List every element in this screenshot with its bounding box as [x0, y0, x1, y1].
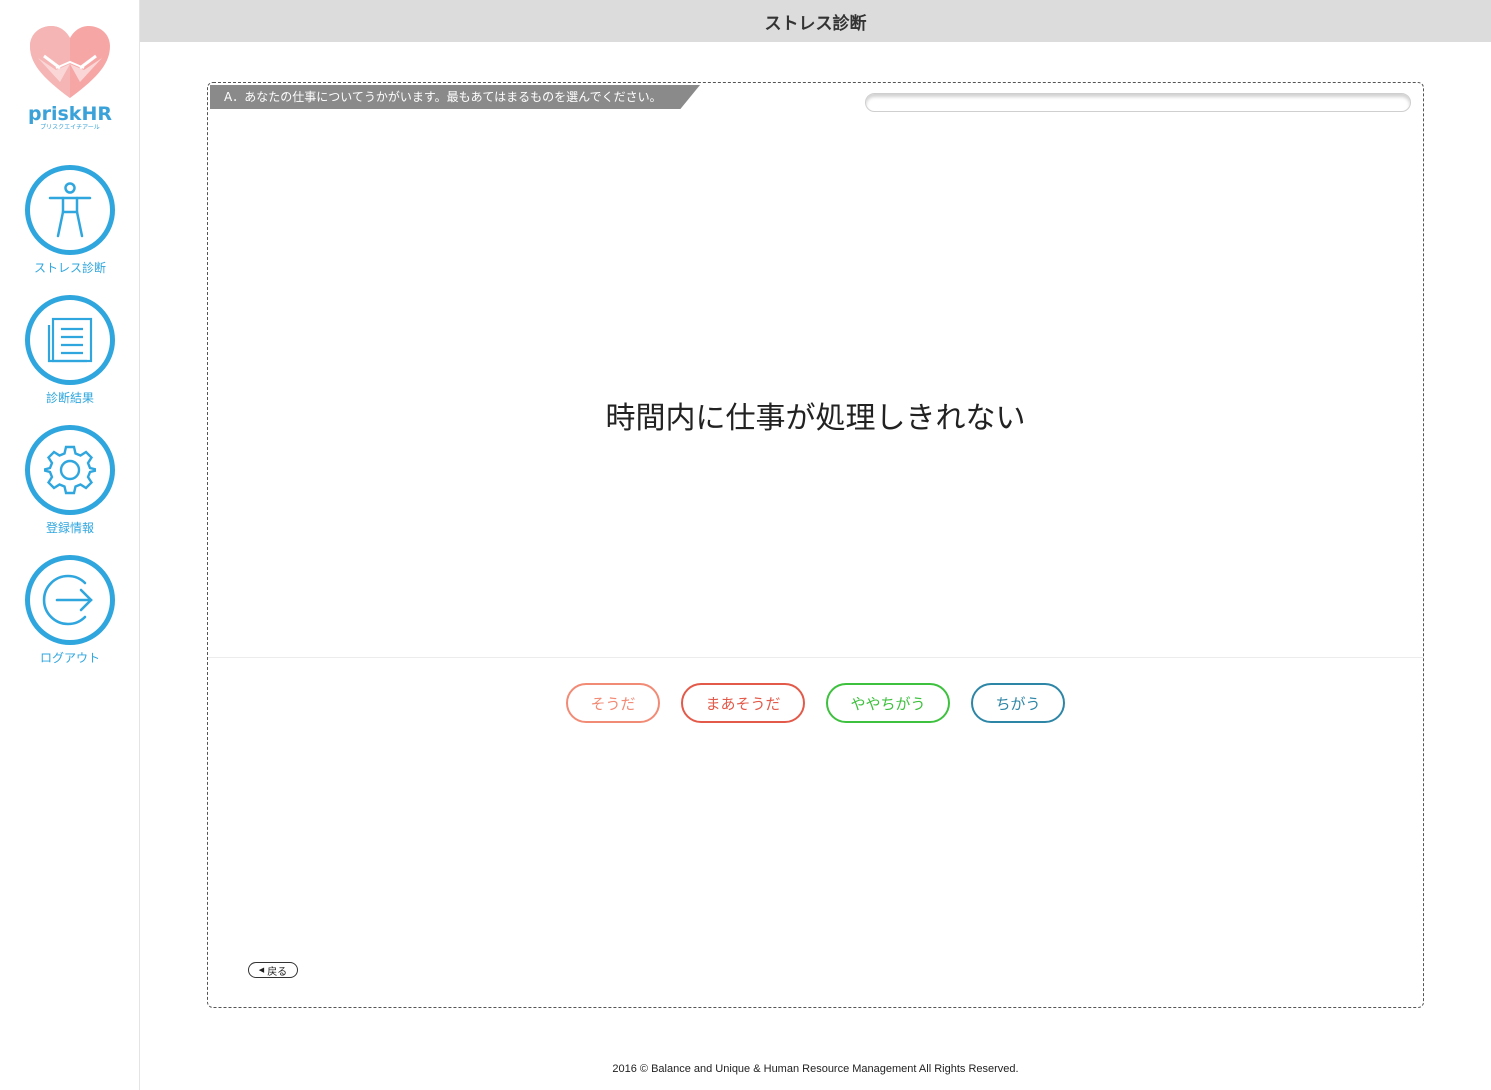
- caret-left-icon: ◀: [258, 966, 265, 974]
- sidebar-item-logout[interactable]: ログアウト: [0, 555, 140, 665]
- answer-button-maa-sou-da[interactable]: まあそうだ: [681, 683, 805, 723]
- answer-options: そうだ まあそうだ ややちがう ちがう: [208, 683, 1423, 723]
- answer-button-sou-da[interactable]: そうだ: [566, 683, 660, 723]
- sidebar-item-label: 登録情報: [45, 521, 94, 535]
- sidebar-item-circle: [25, 425, 115, 515]
- answer-button-yaya-chigau[interactable]: ややちがう: [826, 683, 950, 723]
- footer-copyright: 2016 © Balance and Unique & Human Resour…: [612, 1063, 1019, 1075]
- answer-button-chigau[interactable]: ちがう: [971, 683, 1065, 723]
- back-button-label: 戻る: [267, 966, 288, 978]
- person-icon: [48, 182, 92, 238]
- sidebar-item-circle: [25, 295, 115, 385]
- logout-icon: [42, 574, 93, 626]
- header-bar: ストレス診断: [140, 0, 1491, 42]
- sidebar-item-label: 診断結果: [45, 391, 94, 405]
- progress-bar: [865, 93, 1411, 112]
- gear-icon: [44, 445, 96, 495]
- question-text: 時間内に仕事が処理しきれない: [605, 401, 1026, 436]
- page-title: ストレス診断: [764, 13, 867, 34]
- divider: [208, 657, 1423, 658]
- section-instruction: A．あなたの仕事についてうかがいます。最もあてはまるものを選んでください。: [210, 85, 700, 109]
- logo-text: priskHR: [28, 103, 112, 125]
- sidebar-item-stress-check[interactable]: ストレス診断: [0, 165, 140, 275]
- sidebar-item-registration[interactable]: 登録情報: [0, 425, 140, 535]
- back-button[interactable]: ◀ 戻る: [248, 962, 298, 978]
- app-logo[interactable]: priskHR プリスクエイチアール: [26, 26, 114, 141]
- sidebar: priskHR プリスクエイチアール ストレス診断 診断結果 登録情報 ログアウ…: [0, 0, 140, 1090]
- document-icon: [47, 317, 93, 363]
- question-card: A．あなたの仕事についてうかがいます。最もあてはまるものを選んでください。 時間…: [207, 82, 1424, 1008]
- sidebar-item-results[interactable]: 診断結果: [0, 295, 140, 405]
- heart-hands-logo-icon: [30, 26, 110, 98]
- sidebar-item-label: ストレス診断: [33, 261, 106, 275]
- logo-subtext: プリスクエイチアール: [40, 124, 100, 131]
- sidebar-item-label: ログアウト: [39, 651, 100, 665]
- sidebar-item-circle: [25, 165, 115, 255]
- sidebar-item-circle: [25, 555, 115, 645]
